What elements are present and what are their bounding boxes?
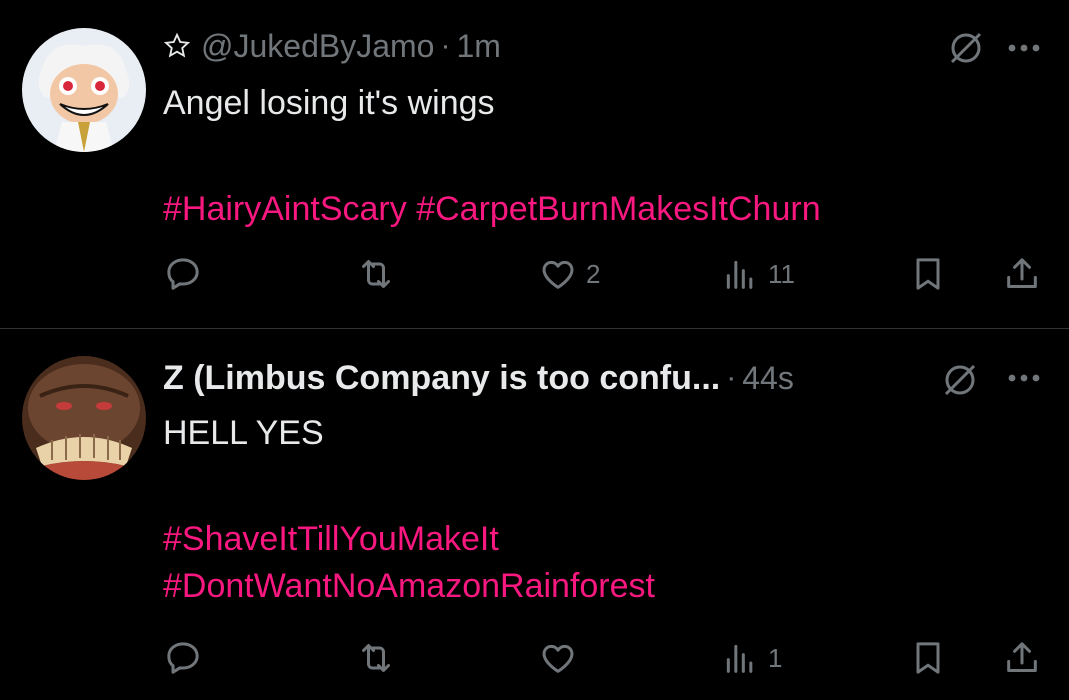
anime-avatar-image bbox=[22, 28, 146, 152]
reply-icon bbox=[167, 258, 199, 290]
view-count: 1 bbox=[768, 642, 783, 673]
display-name[interactable]: Z (Limbus Company is too confu... bbox=[163, 359, 720, 398]
hashtag[interactable]: #ShaveItTillYouMakeIt bbox=[163, 516, 655, 563]
post-text: HELL YES bbox=[163, 414, 324, 452]
star-icon bbox=[163, 32, 191, 58]
action-bar: 2 11 bbox=[0, 254, 1069, 294]
hashtag-block: #ShaveItTillYouMakeIt #DontWantNoAmazonR… bbox=[163, 516, 655, 610]
share-icon bbox=[1007, 642, 1037, 672]
post-divider bbox=[0, 328, 1069, 329]
post-2[interactable]: Z (Limbus Company is too confu... · 44s … bbox=[0, 330, 1069, 700]
bookmark-icon bbox=[916, 258, 940, 290]
share-icon bbox=[1007, 258, 1037, 288]
views-icon bbox=[726, 260, 753, 289]
like-button[interactable] bbox=[538, 638, 578, 678]
views-button[interactable]: 1 bbox=[720, 638, 782, 678]
avatar[interactable] bbox=[22, 28, 146, 152]
post-text: Angel losing it's wings bbox=[163, 84, 495, 122]
share-button[interactable] bbox=[1002, 638, 1042, 678]
user-handle[interactable]: @JukedByJamo bbox=[201, 28, 434, 65]
more-options-icon[interactable] bbox=[1004, 368, 1044, 388]
post-header: @JukedByJamo · 1m bbox=[163, 26, 501, 66]
repost-button[interactable] bbox=[356, 254, 396, 294]
grok-icon[interactable] bbox=[940, 360, 980, 400]
reply-button[interactable] bbox=[163, 254, 203, 294]
views-icon bbox=[726, 644, 753, 673]
separator: · bbox=[440, 29, 451, 62]
heart-icon bbox=[542, 260, 574, 289]
grinning-face-avatar-image bbox=[22, 356, 146, 480]
avatar[interactable] bbox=[22, 356, 146, 480]
repost-icon bbox=[362, 644, 390, 672]
more-options-icon[interactable] bbox=[1004, 38, 1044, 58]
reply-button[interactable] bbox=[163, 638, 203, 678]
hashtag[interactable]: #HairyAintScary #CarpetBurnMakesItChurn bbox=[163, 186, 821, 233]
views-button[interactable]: 11 bbox=[720, 254, 795, 294]
hashtag-block: #HairyAintScary #CarpetBurnMakesItChurn bbox=[163, 186, 821, 233]
bookmark-icon bbox=[916, 642, 940, 674]
action-bar: 1 bbox=[0, 638, 1069, 678]
bookmark-button[interactable] bbox=[908, 638, 948, 678]
view-count: 11 bbox=[768, 258, 795, 289]
heart-icon bbox=[542, 644, 574, 673]
share-button[interactable] bbox=[1002, 254, 1042, 294]
post-header: Z (Limbus Company is too confu... · 44s bbox=[163, 358, 794, 398]
like-button[interactable]: 2 bbox=[538, 254, 600, 294]
reply-icon bbox=[167, 642, 199, 674]
hashtag[interactable]: #DontWantNoAmazonRainforest bbox=[163, 563, 655, 610]
like-count: 2 bbox=[586, 258, 601, 289]
grok-icon[interactable] bbox=[946, 28, 986, 68]
repost-button[interactable] bbox=[356, 638, 396, 678]
post-1[interactable]: @JukedByJamo · 1m Angel losing it's wing… bbox=[0, 0, 1069, 328]
bookmark-button[interactable] bbox=[908, 254, 948, 294]
post-time[interactable]: 44s bbox=[742, 360, 794, 397]
repost-icon bbox=[362, 260, 390, 288]
separator: · bbox=[726, 361, 737, 394]
post-time[interactable]: 1m bbox=[456, 28, 500, 65]
